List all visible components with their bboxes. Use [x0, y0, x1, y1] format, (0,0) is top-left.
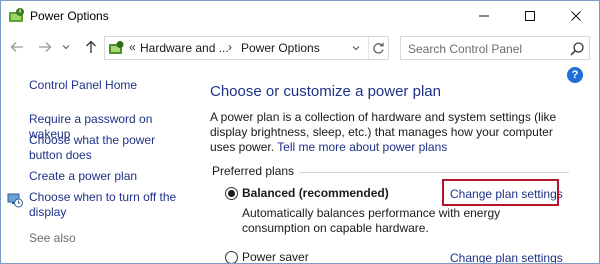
minimize-button[interactable] [461, 1, 507, 31]
main-content: ? Choose or customize a power plan A pow… [201, 63, 599, 263]
sidebar: Control Panel Home Require a password on… [1, 63, 201, 263]
search-box[interactable] [400, 36, 590, 60]
back-arrow-icon [10, 42, 23, 52]
navigation-bar: « Hardware and ... › Power Options [1, 33, 599, 61]
address-bar[interactable]: « Hardware and ... › Power Options [104, 36, 389, 60]
power-plan-description: A power plan is a collection of hardware… [210, 110, 580, 155]
help-icon[interactable]: ? [567, 67, 583, 83]
sidebar-control-panel-home[interactable]: Control Panel Home [29, 78, 194, 93]
power-options-icon [9, 8, 24, 22]
refresh-button[interactable] [368, 37, 388, 59]
sidebar-power-button-link[interactable]: Choose what the power button does [29, 133, 189, 163]
sidebar-turn-off-display-link[interactable]: Choose when to turn off the display [29, 190, 189, 220]
plan-power-saver-name[interactable]: Power saver [242, 250, 309, 263]
plan-balanced-name[interactable]: Balanced (recommended) [242, 186, 389, 200]
monitor-clock-icon [7, 193, 23, 208]
close-icon [571, 11, 581, 21]
highlight-box [442, 179, 559, 206]
divider [299, 172, 569, 173]
up-arrow-icon [86, 40, 96, 53]
change-plan-settings-power-saver-link[interactable]: Change plan settings [450, 251, 563, 263]
chevron-down-icon [62, 45, 70, 50]
up-button[interactable] [81, 36, 101, 58]
close-button[interactable] [553, 1, 599, 31]
recent-locations-button[interactable] [59, 36, 73, 58]
balanced-radio[interactable] [225, 187, 238, 200]
breadcrumb-separator: › [228, 40, 232, 54]
see-also-label: See also [29, 231, 76, 245]
maximize-button[interactable] [507, 1, 553, 31]
search-icon[interactable] [569, 41, 585, 57]
tell-me-more-link[interactable]: Tell me more about power plans [277, 140, 447, 154]
address-dropdown-button[interactable] [346, 37, 366, 59]
page-title: Choose or customize a power plan [210, 83, 441, 100]
forward-arrow-icon [39, 42, 52, 52]
breadcrumb-hardware-and-sound[interactable]: Hardware and ... [140, 41, 229, 55]
control-panel-icon [109, 41, 124, 54]
refresh-icon [373, 42, 384, 54]
search-input[interactable] [408, 41, 558, 56]
maximize-icon [525, 11, 535, 21]
title-bar: Power Options [1, 1, 599, 31]
plan-balanced-description: Automatically balances performance with … [242, 206, 501, 235]
power-saver-radio[interactable] [225, 251, 238, 263]
minimize-icon [479, 15, 489, 17]
breadcrumb-power-options[interactable]: Power Options [241, 41, 320, 55]
back-button[interactable] [7, 36, 27, 58]
address-overflow-chevron[interactable]: « [129, 40, 136, 54]
preferred-plans-label: Preferred plans [212, 164, 295, 178]
window-title: Power Options [30, 9, 109, 23]
power-options-window: Power Options « Hardware and ... › Power… [0, 0, 600, 264]
sidebar-create-plan-link[interactable]: Create a power plan [29, 169, 194, 184]
forward-button[interactable] [35, 36, 55, 58]
chevron-down-icon [352, 46, 360, 51]
